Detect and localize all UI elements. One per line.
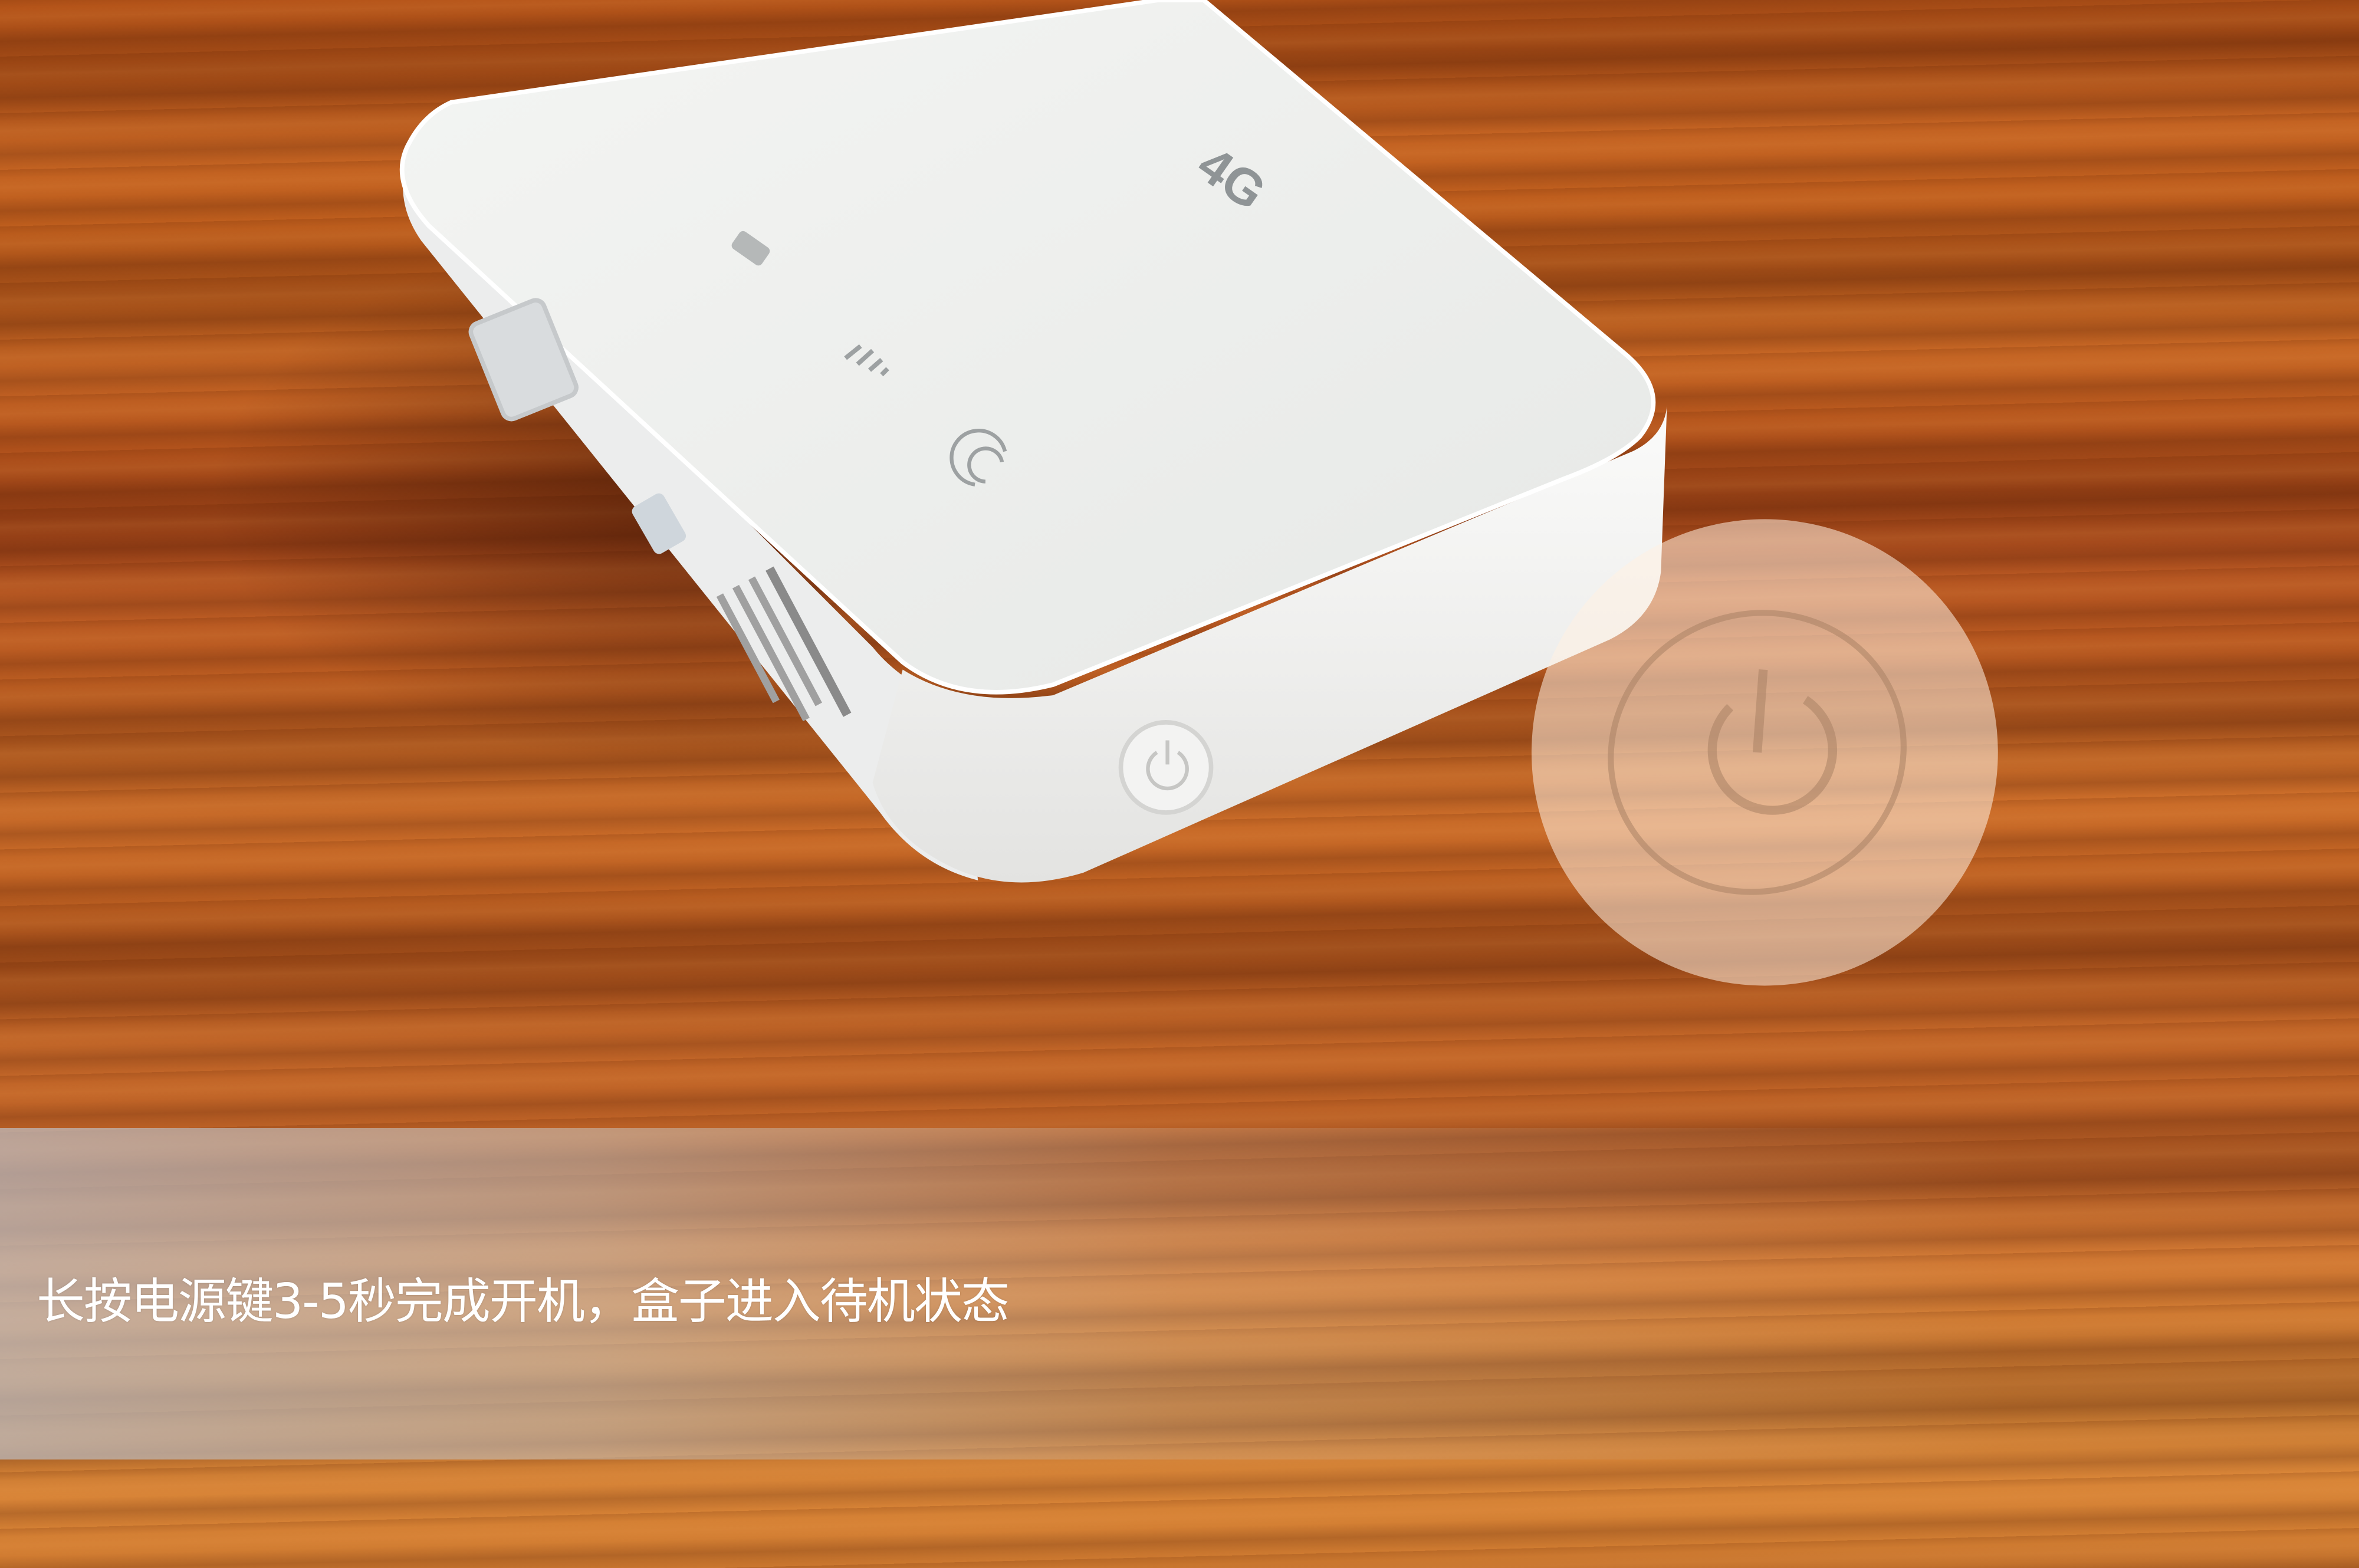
- power-button[interactable]: [1118, 720, 1214, 815]
- caption-text: 长按电源键3-5秒完成开机，盒子进入待机状态: [37, 1274, 1010, 1330]
- power-button-magnifier: [1531, 519, 1998, 986]
